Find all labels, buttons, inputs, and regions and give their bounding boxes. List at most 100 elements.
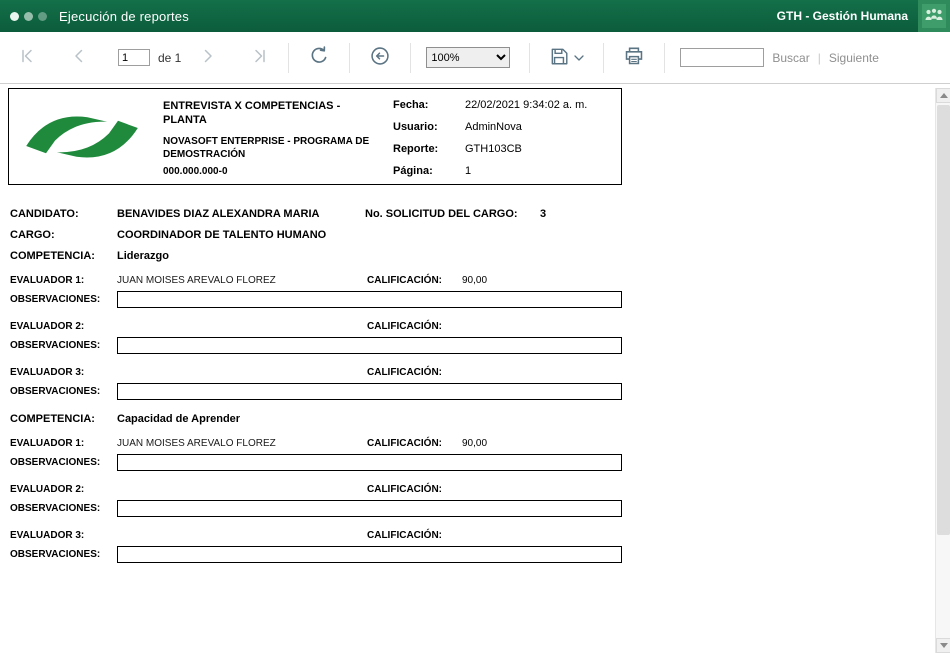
- report-toolbar: de 1 100%: [0, 32, 950, 84]
- evaluador-row: EVALUADOR 1: JUAN MOISES AREVALO FLOREZ …: [10, 438, 622, 449]
- usuario-label: Usuario:: [393, 121, 438, 133]
- cargo-value: COORDINADOR DE TALENTO HUMANO: [117, 229, 327, 241]
- cargo-label: CARGO:: [10, 229, 55, 241]
- buscar-link[interactable]: Buscar: [772, 51, 809, 65]
- observaciones-row: OBSERVACIONES:: [10, 291, 622, 308]
- people-icon: [918, 0, 950, 32]
- novasoft-logo: [17, 96, 159, 177]
- back-arrow-icon: [369, 45, 391, 70]
- cargo-row: CARGO: COORDINADOR DE TALENTO HUMANO: [10, 229, 622, 241]
- last-page-button[interactable]: [247, 43, 273, 72]
- search-input[interactable]: [680, 48, 765, 67]
- competencia-row: COMPETENCIA: Liderazgo: [10, 250, 622, 262]
- previous-page-button[interactable]: [66, 43, 92, 72]
- competencia-value: Liderazgo: [117, 250, 169, 262]
- observaciones-box: [117, 291, 622, 308]
- first-page-button[interactable]: [14, 43, 40, 72]
- evaluador-label: EVALUADOR 3:: [10, 530, 85, 541]
- report-viewer: ENTREVISTA X COMPETENCIAS - PLANTA NOVAS…: [0, 88, 950, 653]
- observaciones-box: [117, 546, 622, 563]
- candidato-label: CANDIDATO:: [10, 208, 79, 220]
- report-meta: Fecha: 22/02/2021 9:34:02 a. m. Usuario:…: [379, 96, 613, 177]
- app-badge: GTH - Gestión Humana: [776, 9, 908, 23]
- evaluador-label: EVALUADOR 2:: [10, 321, 85, 332]
- calificacion-label: CALIFICACIÓN:: [367, 367, 442, 378]
- report-header-box: ENTREVISTA X COMPETENCIAS - PLANTA NOVAS…: [8, 88, 622, 185]
- solicitud-value: 3: [540, 208, 547, 220]
- scrollbar-up-icon: [939, 93, 948, 98]
- observaciones-box: [117, 337, 622, 354]
- evaluador-label: EVALUADOR 1:: [10, 275, 85, 286]
- evaluador-name: JUAN MOISES AREVALO FLOREZ: [117, 275, 276, 286]
- observaciones-row: OBSERVACIONES:: [10, 500, 622, 517]
- observaciones-label: OBSERVACIONES:: [10, 549, 101, 560]
- window-title: Ejecución de reportes: [59, 8, 189, 24]
- toolbar-separator: [603, 42, 605, 73]
- scrollbar-up-button[interactable]: [936, 88, 950, 103]
- scrollbar-down-icon: [939, 643, 948, 648]
- scrollbar-down-button[interactable]: [936, 638, 950, 653]
- fecha-label: Fecha:: [393, 99, 429, 111]
- last-page-icon: [251, 47, 269, 68]
- usuario-value: AdminNova: [465, 121, 522, 133]
- candidato-value: BENAVIDES DIAZ ALEXANDRA MARIA: [117, 208, 320, 220]
- toolbar-separator: [410, 42, 412, 73]
- titlebar-right: GTH - Gestión Humana: [777, 0, 950, 32]
- observaciones-label: OBSERVACIONES:: [10, 386, 101, 397]
- save-export-button[interactable]: [545, 42, 588, 73]
- observaciones-label: OBSERVACIONES:: [10, 294, 101, 305]
- calificacion-value: 90,00: [462, 275, 488, 286]
- evaluador-row: EVALUADOR 3: CALIFICACIÓN:: [10, 530, 622, 541]
- observaciones-row: OBSERVACIONES:: [10, 454, 622, 471]
- evaluador-label: EVALUADOR 2:: [10, 484, 85, 495]
- zoom-select[interactable]: 100%: [426, 47, 511, 68]
- search-divider: |: [817, 50, 821, 65]
- refresh-icon: [308, 45, 330, 70]
- next-page-icon: [199, 47, 217, 68]
- toolbar-separator: [349, 42, 351, 73]
- evaluador-name: JUAN MOISES AREVALO FLOREZ: [117, 438, 276, 449]
- evaluador-row: EVALUADOR 1: JUAN MOISES AREVALO FLOREZ …: [10, 275, 622, 286]
- page-number-input[interactable]: [118, 49, 150, 66]
- report-body: CANDIDATO: BENAVIDES DIAZ ALEXANDRA MARI…: [8, 208, 622, 563]
- evaluador-row: EVALUADOR 2: CALIFICACIÓN:: [10, 484, 622, 495]
- observaciones-label: OBSERVACIONES:: [10, 340, 101, 351]
- previous-page-icon: [70, 47, 88, 68]
- toolbar-separator: [288, 42, 290, 73]
- candidato-row: CANDIDATO: BENAVIDES DIAZ ALEXANDRA MARI…: [10, 208, 622, 220]
- window-dot-2[interactable]: [24, 11, 33, 21]
- toolbar-separator: [529, 42, 531, 73]
- observaciones-box: [117, 500, 622, 517]
- titlebar: Ejecución de reportes GTH - Gestión Huma…: [0, 0, 950, 32]
- evaluador-row: EVALUADOR 2: CALIFICACIÓN:: [10, 321, 622, 332]
- window-dot-1[interactable]: [10, 11, 19, 21]
- pagina-label: Página:: [393, 165, 433, 177]
- refresh-button[interactable]: [304, 41, 334, 74]
- evaluador-label: EVALUADOR 3:: [10, 367, 85, 378]
- report-title-block: ENTREVISTA X COMPETENCIAS - PLANTA NOVAS…: [159, 96, 379, 177]
- observaciones-box: [117, 383, 622, 400]
- company-nit: 000.000.000-0: [163, 165, 228, 177]
- reporte-value: GTH103CB: [465, 143, 522, 155]
- calificacion-label: CALIFICACIÓN:: [367, 321, 442, 332]
- app-window: Ejecución de reportes GTH - Gestión Huma…: [0, 0, 950, 653]
- window-dot-3[interactable]: [38, 11, 47, 21]
- first-page-icon: [18, 47, 36, 68]
- observaciones-row: OBSERVACIONES:: [10, 337, 622, 354]
- scrollbar-thumb[interactable]: [937, 105, 950, 535]
- vertical-scrollbar[interactable]: [935, 88, 950, 653]
- observaciones-label: OBSERVACIONES:: [10, 503, 101, 514]
- fecha-value: 22/02/2021 9:34:02 a. m.: [465, 99, 588, 111]
- evaluador-row: EVALUADOR 3: CALIFICACIÓN:: [10, 367, 622, 378]
- back-button[interactable]: [365, 41, 395, 74]
- print-button[interactable]: [619, 41, 649, 74]
- next-page-button[interactable]: [195, 43, 221, 72]
- competencia-label: COMPETENCIA:: [10, 413, 95, 425]
- competencia-label: COMPETENCIA:: [10, 250, 95, 262]
- print-icon: [623, 45, 645, 70]
- observaciones-label: OBSERVACIONES:: [10, 457, 101, 468]
- calificacion-value: 90,00: [462, 438, 488, 449]
- siguiente-link[interactable]: Siguiente: [829, 51, 879, 65]
- solicitud-label: No. SOLICITUD DEL CARGO:: [365, 208, 518, 220]
- chevron-down-icon: [574, 50, 585, 65]
